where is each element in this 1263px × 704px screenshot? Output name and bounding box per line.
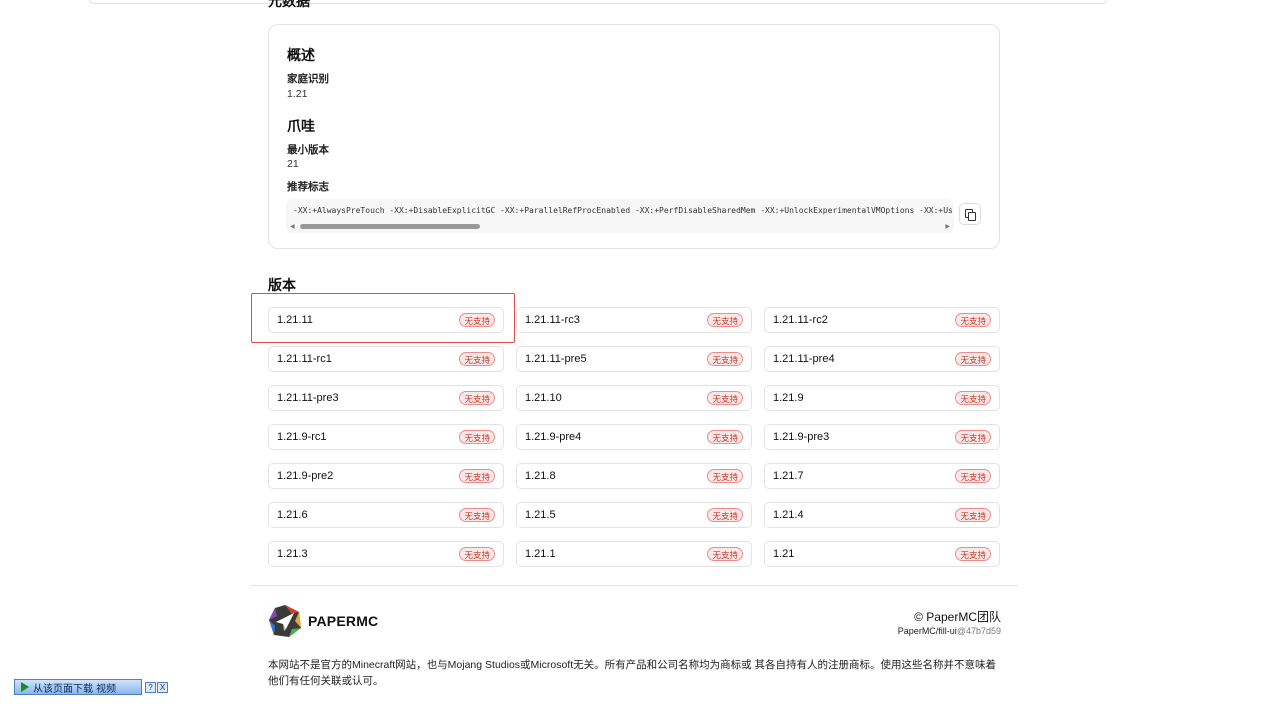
scroll-left-icon[interactable]: ◀ bbox=[290, 223, 295, 230]
unsupported-badge: 无支持 bbox=[955, 430, 991, 444]
min-version-label: 最小版本 bbox=[287, 144, 329, 156]
version-name: 1.21.9 bbox=[773, 392, 804, 404]
version-item[interactable]: 1.21.9-rc1 无支持 bbox=[268, 424, 504, 450]
version-item[interactable]: 1.21 无支持 bbox=[764, 541, 1000, 567]
version-item[interactable]: 1.21.3 无支持 bbox=[268, 541, 504, 567]
unsupported-badge: 无支持 bbox=[707, 391, 743, 405]
unsupported-badge: 无支持 bbox=[707, 547, 743, 561]
version-name: 1.21.11 bbox=[277, 314, 313, 326]
copy-icon bbox=[965, 209, 976, 221]
version-item[interactable]: 1.21.7 无支持 bbox=[764, 463, 1000, 489]
version-name: 1.21.3 bbox=[277, 548, 308, 560]
unsupported-badge: 无支持 bbox=[459, 352, 495, 366]
version-name: 1.21.11-rc1 bbox=[277, 353, 332, 365]
version-name: 1.21.9-pre2 bbox=[277, 470, 334, 482]
unsupported-badge: 无支持 bbox=[459, 547, 495, 561]
flags-code-block[interactable]: -XX:+AlwaysPreTouch -XX:+DisableExplicit… bbox=[286, 199, 954, 233]
unsupported-badge: 无支持 bbox=[707, 469, 743, 483]
version-name: 1.21 bbox=[773, 548, 795, 560]
version-item[interactable]: 1.21.6 无支持 bbox=[268, 502, 504, 528]
unsupported-badge: 无支持 bbox=[459, 430, 495, 444]
version-item[interactable]: 1.21.9 无支持 bbox=[764, 385, 1000, 411]
metadata-card: 概述 家庭识别 1.21 爪哇 最小版本 21 推荐标志 -XX:+Always… bbox=[268, 24, 1000, 249]
download-video-label: 从该页面下载 视频 bbox=[33, 683, 117, 695]
version-name: 1.21.1 bbox=[525, 548, 556, 560]
version-name: 1.21.6 bbox=[277, 509, 308, 521]
scrollbar-thumb[interactable] bbox=[300, 224, 480, 229]
version-item[interactable]: 1.21.4 无支持 bbox=[764, 502, 1000, 528]
overview-title: 概述 bbox=[287, 47, 315, 63]
unsupported-badge: 无支持 bbox=[955, 469, 991, 483]
unsupported-badge: 无支持 bbox=[707, 508, 743, 522]
unsupported-badge: 无支持 bbox=[955, 391, 991, 405]
unsupported-badge: 无支持 bbox=[459, 469, 495, 483]
footer-divider bbox=[250, 585, 1018, 586]
top-strip bbox=[88, 0, 1108, 4]
version-name: 1.21.9-pre4 bbox=[525, 431, 582, 443]
papermc-logo[interactable]: PAPERMC bbox=[268, 604, 378, 638]
download-video-button[interactable]: 从该页面下载 视频 bbox=[14, 679, 142, 695]
version-item[interactable]: 1.21.11-pre5 无支持 bbox=[516, 346, 752, 372]
version-item[interactable]: 1.21.9-pre3 无支持 bbox=[764, 424, 1000, 450]
commit-repo: PaperMC/fill-ui bbox=[897, 626, 957, 636]
version-item[interactable]: 1.21.5 无支持 bbox=[516, 502, 752, 528]
unsupported-badge: 无支持 bbox=[459, 313, 495, 327]
version-name: 1.21.11-rc3 bbox=[525, 314, 580, 326]
metadata-heading: 元数据 bbox=[268, 0, 310, 9]
family-label: 家庭识别 bbox=[287, 73, 329, 85]
unsupported-badge: 无支持 bbox=[955, 547, 991, 561]
version-name: 1.21.9-pre3 bbox=[773, 431, 830, 443]
version-name: 1.21.4 bbox=[773, 509, 804, 521]
family-value: 1.21 bbox=[287, 88, 308, 100]
java-title: 爪哇 bbox=[287, 118, 315, 134]
flags-text: -XX:+AlwaysPreTouch -XX:+DisableExplicit… bbox=[293, 206, 953, 215]
version-item[interactable]: 1.21.1 无支持 bbox=[516, 541, 752, 567]
close-button[interactable]: X bbox=[157, 681, 168, 693]
version-item[interactable]: 1.21.10 无支持 bbox=[516, 385, 752, 411]
version-name: 1.21.11-pre3 bbox=[277, 392, 339, 404]
min-version-value: 21 bbox=[287, 158, 299, 170]
versions-grid: 1.21.11 无支持 1.21.11-rc3 无支持 1.21.11-rc2 无支持 1.… bbox=[268, 307, 1001, 567]
version-item[interactable]: 1.21.8 无支持 bbox=[516, 463, 752, 489]
unsupported-badge: 无支持 bbox=[955, 508, 991, 522]
unsupported-badge: 无支持 bbox=[459, 508, 495, 522]
unsupported-badge: 无支持 bbox=[955, 352, 991, 366]
copyright: © PaperMC团队 bbox=[914, 610, 1001, 624]
versions-title: 版本 bbox=[268, 277, 296, 293]
flags-scrollbar[interactable]: ◀ ▶ bbox=[290, 223, 950, 231]
papermc-logo-icon bbox=[269, 605, 301, 637]
download-video-bar: 从该页面下载 视频 ? X bbox=[14, 679, 168, 695]
logo-text: PAPERMC bbox=[308, 613, 379, 629]
version-name: 1.21.8 bbox=[525, 470, 556, 482]
unsupported-badge: 无支持 bbox=[707, 313, 743, 327]
version-item[interactable]: 1.21.11-pre4 无支持 bbox=[764, 346, 1000, 372]
version-item[interactable]: 1.21.11-rc3 无支持 bbox=[516, 307, 752, 333]
version-name: 1.21.7 bbox=[773, 470, 804, 482]
play-icon bbox=[21, 682, 29, 692]
version-item[interactable]: 1.21.11-rc2 无支持 bbox=[764, 307, 1000, 333]
version-name: 1.21.11-rc2 bbox=[773, 314, 828, 326]
version-item[interactable]: 1.21.9-pre4 无支持 bbox=[516, 424, 752, 450]
unsupported-badge: 无支持 bbox=[459, 391, 495, 405]
version-item[interactable]: 1.21.11 无支持 bbox=[268, 307, 504, 333]
version-name: 1.21.5 bbox=[525, 509, 556, 521]
scroll-right-icon[interactable]: ▶ bbox=[945, 223, 950, 230]
version-item[interactable]: 1.21.11-rc1 无支持 bbox=[268, 346, 504, 372]
disclaimer: 本网站不是官方的Minecraft网站，也与Mojang Studios或Mic… bbox=[268, 659, 997, 687]
flags-label: 推荐标志 bbox=[287, 181, 329, 193]
unsupported-badge: 无支持 bbox=[955, 313, 991, 327]
commit-hash: @47b7d59 bbox=[956, 626, 1001, 636]
unsupported-badge: 无支持 bbox=[707, 430, 743, 444]
version-name: 1.21.9-rc1 bbox=[277, 431, 327, 443]
version-name: 1.21.10 bbox=[525, 392, 562, 404]
copy-flags-button[interactable] bbox=[959, 203, 981, 225]
version-name: 1.21.11-pre4 bbox=[773, 353, 835, 365]
unsupported-badge: 无支持 bbox=[707, 352, 743, 366]
version-item[interactable]: 1.21.9-pre2 无支持 bbox=[268, 463, 504, 489]
commit-link[interactable]: PaperMC/fill-ui@47b7d59 bbox=[898, 626, 1001, 636]
version-item[interactable]: 1.21.11-pre3 无支持 bbox=[268, 385, 504, 411]
help-button[interactable]: ? bbox=[145, 681, 156, 693]
version-name: 1.21.11-pre5 bbox=[525, 353, 587, 365]
